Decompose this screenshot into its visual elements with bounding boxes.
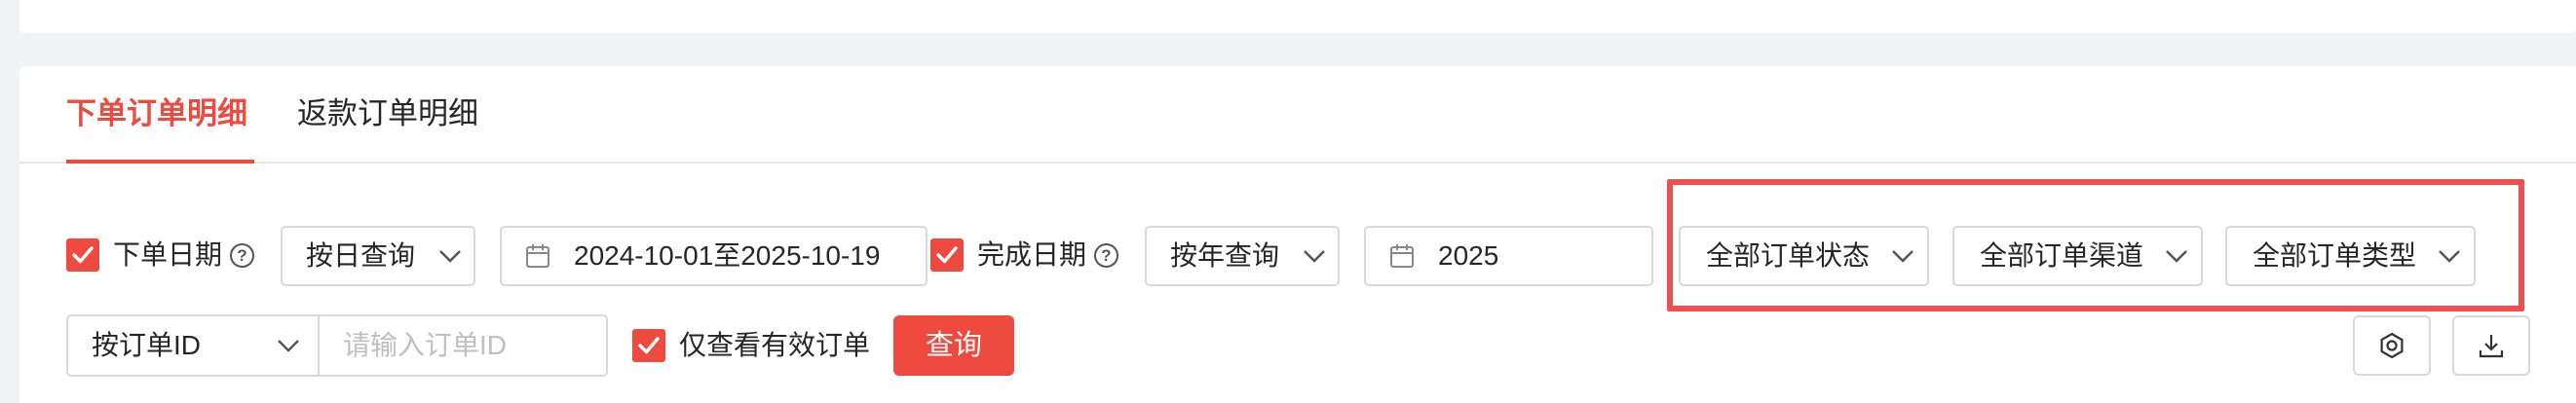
order-id-type-select[interactable]: 按订单ID [66, 314, 320, 377]
checkmark-icon [72, 246, 94, 264]
chevron-down-icon [439, 250, 461, 263]
order-id-type-value: 按订单ID [92, 330, 202, 360]
order-date-mode-value: 按日查询 [306, 240, 416, 271]
download-icon [2479, 335, 2504, 358]
finish-year-picker[interactable]: 2025 [1364, 226, 1653, 286]
highlight-box [1667, 179, 2524, 311]
finish-year-value: 2025 [1438, 240, 1499, 271]
chevron-down-icon [278, 340, 299, 352]
order-date-label: 下单日期 [113, 239, 223, 270]
calendar-icon [1390, 244, 1414, 268]
settings-button[interactable] [2353, 315, 2431, 376]
finish-date-mode-select[interactable]: 按年查询 [1145, 226, 1340, 286]
order-detail-card: 下单订单明细 返款订单明细 下单日期 ? 按日查询 2024-10-01至202… [19, 66, 2576, 403]
order-id-placeholder: 请输入订单ID [343, 330, 508, 360]
valid-only-checkbox[interactable] [632, 329, 665, 362]
active-tab-indicator [66, 160, 254, 164]
chevron-down-icon [1304, 250, 1325, 263]
tab-order-details[interactable]: 下单订单明细 [66, 94, 247, 133]
finish-date-mode-value: 按年查询 [1170, 240, 1280, 271]
finish-date-label: 完成日期 [977, 239, 1087, 270]
order-date-checkbox[interactable] [66, 238, 99, 272]
query-button[interactable]: 查询 [893, 315, 1014, 376]
order-date-mode-select[interactable]: 按日查询 [281, 226, 475, 286]
question-circle-icon[interactable]: ? [230, 243, 254, 268]
valid-only-label: 仅查看有效订单 [679, 330, 871, 360]
tab-bar: 下单订单明细 返款订单明细 [19, 66, 2576, 164]
checkmark-icon [638, 337, 660, 354]
order-date-range-value: 2024-10-01至2025-10-19 [574, 240, 881, 271]
download-button[interactable] [2452, 315, 2530, 376]
finish-date-checkbox[interactable] [930, 238, 964, 272]
order-id-input[interactable]: 请输入订单ID [318, 314, 608, 377]
hexagon-settings-icon [2380, 332, 2404, 359]
question-circle-icon[interactable]: ? [1094, 243, 1118, 268]
order-date-range-picker[interactable]: 2024-10-01至2025-10-19 [500, 226, 928, 286]
top-summary-card [19, 0, 2576, 33]
calendar-icon [526, 244, 549, 268]
checkmark-icon [936, 246, 958, 264]
tab-refund-order-details[interactable]: 返款订单明细 [297, 94, 478, 133]
